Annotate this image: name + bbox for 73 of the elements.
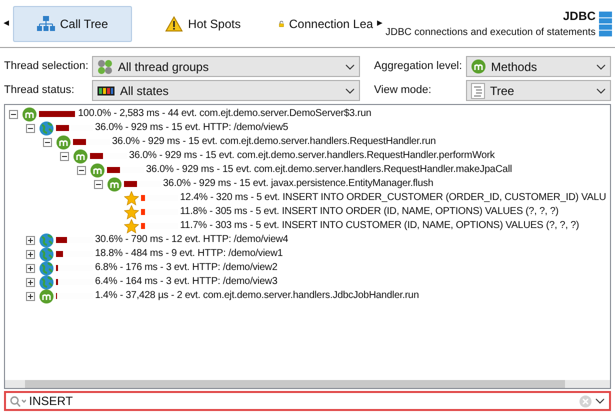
collapse-icon[interactable] [26,124,35,132]
dropdown-value: Tree [490,82,516,100]
tree-node-label[interactable]: 11.7% - 303 ms - 5 evt. INSERT INTO CUSTOMER (ID, NAME, OPTIONS) VALUES (?, ?, ?) [180,219,580,233]
view-title: JDBC [562,8,596,25]
collapse-icon[interactable] [43,138,52,146]
collapse-icon[interactable] [77,166,86,174]
tree-node-label[interactable]: 36.0% - 929 ms - 15 evt. javax.persistence.EntityManager.flush [163,177,434,191]
filter-dropdown[interactable]: All states [92,80,360,101]
chevron-down-icon[interactable] [595,398,605,404]
filter-label: Thread selection: [4,59,90,74]
filter-label: Thread status: [4,83,76,98]
dropdown-value: All states [120,82,170,100]
chevron-down-icon [345,64,355,70]
list-icon [471,82,485,98]
tree-node-label[interactable]: 6.8% - 176 ms - 3 evt. HTTP: /demo/view2 [95,261,278,275]
scroll-right-button[interactable]: ▸ [374,15,386,32]
method-icon [22,106,37,122]
globe-icon [39,274,54,290]
globe-icon [39,246,54,262]
filter-dropdown[interactable]: Tree [466,80,611,101]
expand-icon[interactable] [26,264,35,272]
filter-label: Aggregation level: [374,59,464,74]
tree-node-label[interactable]: 1.4% - 37,428 µs - 2 evt. com.ejt.demo.server.handlers.JdbcJobHandler.run [95,289,419,303]
search-icon [10,396,26,406]
expand-icon[interactable] [26,250,35,258]
view-tab[interactable]: Connection Lea [274,6,374,42]
globe-icon [39,232,54,248]
method-icon [39,288,54,304]
expand-icon[interactable] [26,292,35,300]
tree-node-label[interactable]: 12.4% - 320 ms - 5 evt. INSERT INTO ORDER_CUSTOMER (ORDER_ID, CUSTOMER_ID) VALU [180,191,606,205]
dropdown-value: All thread groups [118,58,210,76]
tree-node-label[interactable]: 30.6% - 790 ms - 12 evt. HTTP: /demo/view4 [95,233,288,247]
globe-icon [39,120,54,136]
tree-node-label[interactable]: 11.8% - 305 ms - 5 evt. INSERT INTO ORDER (ID, NAME, OPTIONS) VALUES (?, ?, ?) [180,205,559,219]
filter-label: View mode: [374,83,432,98]
method-icon [471,59,486,74]
scroll-left-button[interactable]: ◂ [0,15,14,32]
star-icon [124,204,139,220]
collapse-icon[interactable] [60,152,69,160]
filter-dropdown[interactable]: Methods [466,56,611,77]
filter-dropdown[interactable]: All thread groups [92,56,360,77]
tree-node-label[interactable]: 100.0% - 2,583 ms - 44 evt. com.ejt.demo.server.DemoServer$3.run [78,107,372,121]
tree-node-label[interactable]: 6.4% - 164 ms - 3 evt. HTTP: /demo/view3 [95,275,278,289]
expand-icon[interactable] [26,278,35,286]
globe-icon [39,260,54,276]
search-input[interactable]: INSERT [29,392,576,410]
chevron-down-icon [596,88,606,94]
tree-node-label[interactable]: 18.8% - 484 ms - 9 evt. HTTP: /demo/view1 [95,247,283,261]
database-icon [598,10,612,36]
search-field[interactable]: INSERT [4,391,611,411]
star-icon [124,190,139,206]
method-icon [56,134,71,150]
hierarchy-icon [37,16,56,32]
method-icon [73,148,88,164]
view-tab[interactable]: Hot Spots [144,6,262,42]
method-icon [107,176,122,192]
collapse-icon[interactable] [9,110,18,118]
thread-groups-icon [97,58,113,74]
expand-icon[interactable] [26,236,35,244]
tree-node-label[interactable]: 36.0% - 929 ms - 15 evt. com.ejt.demo.server.handlers.RequestHandler.run [112,135,436,149]
view-tab[interactable]: Call Tree [13,6,132,42]
tree-node-label[interactable]: 36.0% - 929 ms - 15 evt. com.ejt.demo.server.handlers.RequestHandler.performWork [129,149,495,163]
view-subtitle: JDBC connections and execution of statements [386,26,596,40]
dropdown-value: Methods [491,58,538,76]
star-icon [124,218,139,234]
tree-node-label[interactable]: 36.0% - 929 ms - 15 evt. HTTP: /demo/view5 [95,121,288,135]
thread-states-icon [97,86,115,96]
tree-node-label[interactable]: 36.0% - 929 ms - 15 evt. com.ejt.demo.server.handlers.RequestHandler.makeJpaCall [146,163,512,177]
chevron-down-icon [596,64,606,70]
warning-icon [165,16,184,32]
method-icon [90,162,105,178]
chevron-down-icon [345,88,355,94]
collapse-icon[interactable] [94,180,103,188]
